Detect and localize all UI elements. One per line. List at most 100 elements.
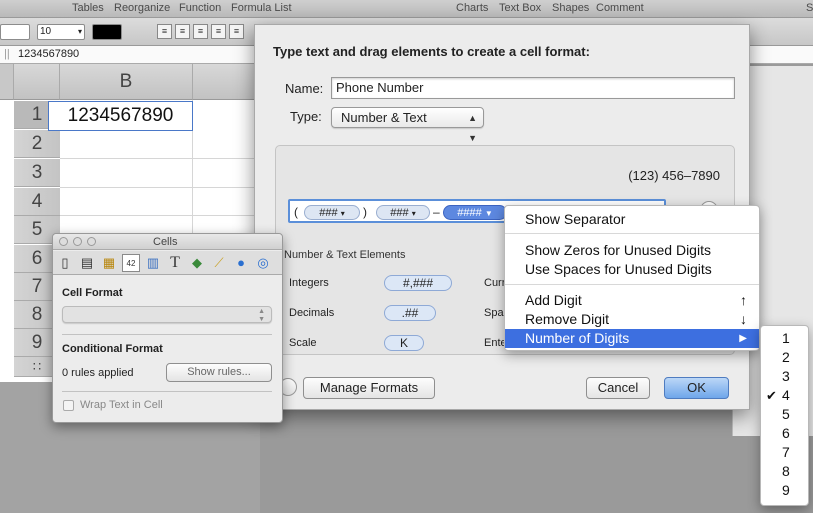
zoom-icon[interactable] bbox=[87, 237, 96, 246]
menu-item-number-of-digits[interactable]: Number of Digits ▶ bbox=[505, 329, 759, 348]
digit-option-checked[interactable]: ✔ 4 bbox=[761, 386, 808, 405]
menu-item-show-zeros[interactable]: Show Zeros for Unused Digits bbox=[505, 241, 759, 260]
cell-format-header: Cell Format bbox=[62, 287, 123, 299]
ok-button[interactable]: OK bbox=[664, 377, 729, 399]
digit-option[interactable]: 7 bbox=[761, 443, 808, 462]
token-context-menu: Show Separator Show Zeros for Unused Dig… bbox=[504, 205, 760, 351]
type-popup[interactable]: Number & Text ▲ ▼ bbox=[331, 107, 484, 143]
rules-applied-text: 0 rules applied bbox=[62, 367, 134, 379]
digit-option[interactable]: 1 bbox=[761, 329, 808, 348]
toolbar-text-box[interactable]: Text Box bbox=[499, 2, 541, 14]
font-size-popup[interactable]: 10 ▾ bbox=[37, 24, 85, 40]
wrap-text-checkbox[interactable] bbox=[63, 400, 74, 411]
inspector-tabs: ▯ ▤ ▦ 42 ▥ T ◆ ⟋ ● ◎ bbox=[53, 251, 282, 275]
row-header[interactable]: 3 bbox=[14, 159, 60, 187]
font-family-popup[interactable] bbox=[0, 24, 30, 40]
align-center-icon[interactable]: ≡ bbox=[175, 24, 190, 39]
align-auto-icon[interactable]: ≡ bbox=[229, 24, 244, 39]
cell-format-popup[interactable]: ▲ ▼ bbox=[62, 306, 272, 323]
digit-option[interactable]: 3 bbox=[761, 367, 808, 386]
checkmark-icon: ✔ bbox=[766, 388, 777, 403]
element-label: Decimals bbox=[289, 307, 335, 319]
align-left-icon[interactable]: ≡ bbox=[157, 24, 172, 39]
digit-option[interactable]: 5 bbox=[761, 405, 808, 424]
elements-header: Number & Text Elements bbox=[284, 249, 406, 261]
column-header-b[interactable]: B bbox=[60, 64, 193, 100]
name-label: Name: bbox=[285, 81, 324, 96]
dialog-title: Type text and drag elements to create a … bbox=[273, 44, 590, 59]
row-header[interactable]: 2 bbox=[14, 130, 60, 158]
popup-arrows-icon: ▲ ▼ bbox=[468, 113, 477, 143]
name-input[interactable]: Phone Number bbox=[331, 77, 735, 99]
close-icon[interactable] bbox=[59, 237, 68, 246]
align-justify-icon[interactable]: ≡ bbox=[211, 24, 226, 39]
menu-item-remove-digit[interactable]: Remove Digit ↓ bbox=[505, 310, 759, 329]
digit-option[interactable]: 6 bbox=[761, 424, 808, 443]
toolbar-function[interactable]: Function bbox=[179, 2, 221, 14]
toolbar-formula-list[interactable]: Formula List bbox=[231, 2, 292, 14]
chevron-down-icon: ▾ bbox=[77, 27, 82, 36]
popup-arrows-icon: ▲ ▼ bbox=[258, 308, 265, 323]
sidebar-icon[interactable]: ▤ bbox=[78, 254, 96, 272]
manage-formats-button[interactable]: Manage Formats bbox=[303, 377, 435, 399]
integers-pill[interactable]: #,### bbox=[384, 275, 452, 291]
toolbar-reorganize[interactable]: Reorganize bbox=[114, 2, 170, 14]
quicktime-icon[interactable]: ◎ bbox=[254, 254, 272, 272]
element-label: Scale bbox=[289, 337, 317, 349]
menu-item-show-separator[interactable]: Show Separator bbox=[505, 210, 759, 229]
shapes-icon[interactable]: ◆ bbox=[188, 254, 206, 272]
corner-header bbox=[0, 64, 14, 100]
column-header-c[interactable] bbox=[193, 64, 260, 100]
toolbar-shapes[interactable]: Shapes bbox=[552, 2, 589, 14]
digit-option[interactable]: 2 bbox=[761, 348, 808, 367]
inspector-title: Cells bbox=[153, 236, 178, 248]
column-header-a[interactable] bbox=[14, 64, 60, 100]
text-icon[interactable]: T bbox=[166, 254, 184, 272]
toolbar-tables[interactable]: Tables bbox=[72, 2, 104, 14]
inspector-titlebar[interactable]: Cells bbox=[53, 234, 282, 250]
element-label: Curr bbox=[484, 277, 506, 289]
digit-token[interactable]: ### ▾ bbox=[376, 205, 430, 220]
menu-item-label: Add Digit bbox=[525, 292, 582, 308]
digits-submenu: 1 2 3 ✔ 4 5 6 7 8 9 bbox=[760, 325, 809, 506]
chevron-down-icon: ▼ bbox=[484, 209, 493, 218]
row-header[interactable]: 4 bbox=[14, 188, 60, 216]
font-size-value: 10 bbox=[40, 26, 52, 37]
document-icon[interactable]: ▯ bbox=[56, 254, 74, 272]
ruler-icon[interactable]: ⟋ bbox=[210, 254, 228, 272]
literal-dash[interactable]: – bbox=[433, 205, 440, 219]
cell-b1[interactable]: 1234567890 bbox=[48, 101, 193, 131]
menu-item-use-spaces[interactable]: Use Spaces for Unused Digits bbox=[505, 260, 759, 279]
toolbar-s[interactable]: S bbox=[806, 2, 813, 14]
scale-pill[interactable]: K bbox=[384, 335, 424, 351]
conditional-format-header: Conditional Format bbox=[62, 343, 163, 355]
align-right-icon[interactable]: ≡ bbox=[193, 24, 208, 39]
divider bbox=[62, 391, 272, 392]
show-rules-button[interactable]: Show rules... bbox=[166, 363, 272, 382]
text-color-well[interactable] bbox=[92, 24, 122, 40]
digit-token-selected[interactable]: #### ▼ bbox=[443, 205, 507, 220]
chart-icon[interactable]: ▥ bbox=[144, 254, 162, 272]
digit-option[interactable]: 8 bbox=[761, 462, 808, 481]
literal-close-paren[interactable]: ) bbox=[363, 205, 367, 219]
formula-grip-icon: || bbox=[4, 48, 10, 60]
decimals-pill[interactable]: .## bbox=[384, 305, 436, 321]
cell-format-icon[interactable]: 42 bbox=[122, 254, 140, 272]
toolbar-comment[interactable]: Comment bbox=[596, 2, 644, 14]
digit-option-label: 4 bbox=[782, 387, 790, 403]
digit-token[interactable]: ### ▾ bbox=[304, 205, 360, 220]
submenu-arrow-icon: ▶ bbox=[739, 333, 747, 344]
menu-separator bbox=[505, 284, 759, 285]
toolbar-charts[interactable]: Charts bbox=[456, 2, 488, 14]
menu-separator bbox=[505, 233, 759, 234]
table-icon[interactable]: ▦ bbox=[100, 254, 118, 272]
menu-item-add-digit[interactable]: Add Digit ↑ bbox=[505, 291, 759, 310]
literal-open-paren[interactable]: ( bbox=[294, 205, 298, 219]
menu-item-label: Remove Digit bbox=[525, 311, 610, 327]
type-value: Number & Text bbox=[341, 110, 427, 125]
link-icon[interactable]: ● bbox=[232, 254, 250, 272]
digit-option[interactable]: 9 bbox=[761, 481, 808, 500]
formula-value: 1234567890 bbox=[18, 48, 80, 60]
cancel-button[interactable]: Cancel bbox=[586, 377, 650, 399]
minimize-icon[interactable] bbox=[73, 237, 82, 246]
